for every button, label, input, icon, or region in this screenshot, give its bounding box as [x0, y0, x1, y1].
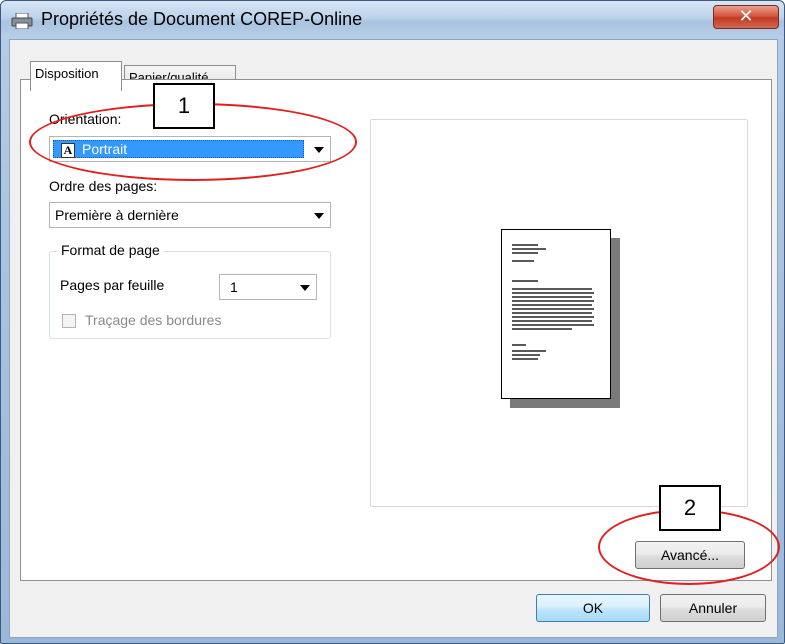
page-format-title: Format de page	[58, 242, 163, 258]
text-line	[512, 248, 546, 250]
text-line	[512, 280, 538, 282]
borders-label: Traçage des bordures	[85, 312, 222, 328]
pages-per-sheet-select[interactable]: 1	[219, 274, 317, 300]
tab-label: Disposition	[35, 66, 99, 81]
dialog-window: Propriétés de Document COREP-Online ✕ Di…	[0, 0, 785, 644]
text-line	[512, 300, 594, 302]
window-title: Propriétés de Document COREP-Online	[41, 9, 363, 29]
text-line	[512, 260, 534, 262]
close-icon: ✕	[738, 6, 754, 27]
callout-box-2: 2	[659, 485, 721, 531]
chevron-down-icon	[314, 213, 324, 219]
close-button[interactable]: ✕	[713, 5, 779, 29]
text-line	[512, 288, 592, 290]
ok-button[interactable]: OK	[536, 594, 650, 622]
text-line	[512, 296, 592, 298]
page-order-select[interactable]: Première à dernière	[49, 202, 331, 228]
text-line	[512, 344, 526, 346]
text-line	[512, 316, 594, 318]
text-line	[512, 350, 546, 352]
text-line	[512, 312, 592, 314]
text-line	[512, 308, 594, 310]
text-line	[512, 358, 538, 360]
text-line	[512, 304, 592, 306]
borders-checkbox[interactable]	[62, 314, 76, 328]
page-order-value: Première à dernière	[55, 207, 179, 223]
page-order-label: Ordre des pages:	[49, 178, 158, 194]
text-line	[512, 354, 540, 356]
printer-icon	[11, 12, 33, 30]
callout-box-1: 1	[153, 83, 215, 129]
pages-per-sheet-value: 1	[230, 279, 238, 295]
text-line	[512, 292, 594, 294]
text-line	[512, 252, 538, 254]
cancel-button[interactable]: Annuler	[660, 594, 766, 622]
text-line	[512, 328, 572, 330]
pages-per-sheet-label: Pages par feuille	[60, 277, 165, 293]
text-line	[512, 244, 538, 246]
chevron-down-icon	[300, 285, 310, 291]
page-preview	[501, 229, 611, 399]
text-line	[512, 324, 594, 326]
text-line	[512, 320, 592, 322]
tab-disposition[interactable]: Disposition	[30, 61, 122, 91]
title-bar[interactable]: Propriétés de Document COREP-Online ✕	[1, 1, 784, 39]
